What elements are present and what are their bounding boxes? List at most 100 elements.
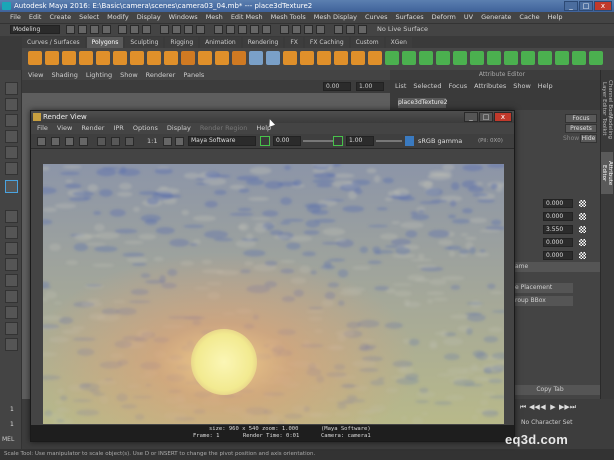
playback-control-icon[interactable]: ▶ [549, 403, 557, 411]
rv-menu-display[interactable]: Display [167, 123, 191, 134]
rv-menu-ipr[interactable]: IPR [113, 123, 123, 134]
menu-item-generate[interactable]: Generate [481, 12, 511, 23]
ae-menu-attributes[interactable]: Attributes [474, 82, 506, 91]
status-tool-icon[interactable] [118, 25, 127, 34]
toolbox-tool-icon[interactable] [5, 242, 18, 255]
minimize-button[interactable]: _ [564, 1, 578, 11]
rv-menu-options[interactable]: Options [133, 123, 158, 134]
status-tool-icon[interactable] [130, 25, 139, 34]
panel-menu-renderer[interactable]: Renderer [146, 70, 176, 80]
status-tool-icon[interactable] [142, 25, 151, 34]
copy-tab-button[interactable]: Copy Tab [500, 385, 600, 395]
ae-menu-show[interactable]: Show [513, 82, 531, 91]
status-tool-icon[interactable] [184, 25, 193, 34]
menu-item-cache[interactable]: Cache [519, 12, 539, 23]
color-space-label[interactable]: sRGB gamma [418, 136, 462, 146]
shelf-tool-icon[interactable] [249, 51, 263, 65]
menu-item-display[interactable]: Display [137, 12, 161, 23]
shelf-tool-icon[interactable] [317, 51, 331, 65]
ae-menu-help[interactable]: Help [538, 82, 553, 91]
panel-menu-panels[interactable]: Panels [183, 70, 204, 80]
attribute-row-name[interactable]: ame [513, 262, 600, 272]
status-tool-icon[interactable] [334, 25, 343, 34]
shelf-tool-icon[interactable] [453, 51, 467, 65]
shelf-tool-icon[interactable] [198, 51, 212, 65]
rgb-channel-icon[interactable] [97, 137, 106, 146]
status-tool-icon[interactable] [90, 25, 99, 34]
panel-menu-shading[interactable]: Shading [51, 70, 77, 80]
close-button[interactable]: x [594, 1, 612, 11]
shelf-tool-icon[interactable] [589, 51, 603, 65]
ipr-render-icon[interactable] [51, 137, 60, 146]
panel-gamma-field[interactable]: 1.00 [356, 82, 384, 91]
tab-modeling-toolkit[interactable]: Modeling Toolkit [601, 108, 613, 146]
rv-menu-file[interactable]: File [37, 123, 48, 134]
gamma-toggle-icon[interactable] [333, 136, 343, 146]
shelf-tab-curves-surfaces[interactable]: Curves / Surfaces [22, 37, 85, 48]
presets-button[interactable]: Presets [565, 124, 597, 133]
transform-value-field[interactable]: 0.000 [543, 199, 573, 208]
shelf-tool-icon[interactable] [113, 51, 127, 65]
shelf-tool-icon[interactable] [96, 51, 110, 65]
shelf-tab-custom[interactable]: Custom [350, 37, 384, 48]
menu-item-edit[interactable]: Edit [29, 12, 42, 23]
playback-control-icon[interactable]: ▶▶ [559, 403, 570, 411]
ae-menu-selected[interactable]: Selected [413, 82, 441, 91]
shelf-tool-icon[interactable] [215, 51, 229, 65]
toolbox-tool-icon[interactable] [5, 290, 18, 303]
menu-item-surfaces[interactable]: Surfaces [396, 12, 424, 23]
shelf-tool-icon[interactable] [436, 51, 450, 65]
shelf-tool-icon[interactable] [351, 51, 365, 65]
zoom-icon[interactable] [125, 137, 134, 146]
menu-item-select[interactable]: Select [79, 12, 99, 23]
menu-item-deform[interactable]: Deform [432, 12, 456, 23]
maximize-button[interactable]: □ [579, 1, 593, 11]
status-tool-icon[interactable] [346, 25, 355, 34]
shelf-tool-icon[interactable] [572, 51, 586, 65]
status-tool-icon[interactable] [250, 25, 259, 34]
shelf-tab-sculpting[interactable]: Sculpting [125, 37, 164, 48]
shelf-tool-icon[interactable] [368, 51, 382, 65]
snapshot-icon[interactable] [65, 137, 74, 146]
panel-menu-view[interactable]: View [28, 70, 43, 80]
status-tool-icon[interactable] [292, 25, 301, 34]
status-tool-icon[interactable] [262, 25, 271, 34]
toolbox-tool-icon[interactable] [5, 226, 18, 239]
menu-item-edit-mesh[interactable]: Edit Mesh [231, 12, 263, 23]
command-language-label[interactable]: MEL [2, 436, 14, 443]
fit-group-bbox-button[interactable]: roup BBox [513, 296, 573, 306]
toolbox-tool-icon[interactable] [5, 130, 18, 143]
shelf-tab-xgen[interactable]: XGen [385, 37, 412, 48]
menu-item-create[interactable]: Create [49, 12, 71, 23]
status-tool-icon[interactable] [238, 25, 247, 34]
rendered-image[interactable] [43, 164, 504, 424]
start-frame[interactable]: 1 [10, 421, 14, 428]
shelf-tool-icon[interactable] [334, 51, 348, 65]
status-tool-icon[interactable] [280, 25, 289, 34]
color-management-icon[interactable] [405, 136, 414, 146]
keep-image-icon[interactable] [163, 137, 172, 146]
menu-item-curves[interactable]: Curves [365, 12, 388, 23]
rv-maximize-button[interactable]: □ [479, 112, 493, 122]
menu-item-file[interactable]: File [10, 12, 21, 23]
shelf-tool-icon[interactable] [555, 51, 569, 65]
status-tool-icon[interactable] [214, 25, 223, 34]
menu-item-uv[interactable]: UV [464, 12, 473, 23]
toolbox-tool-icon[interactable] [5, 82, 18, 95]
shelf-tab-polygons[interactable]: Polygons [86, 37, 124, 48]
current-frame[interactable]: 1 [10, 406, 14, 413]
shelf-tool-icon[interactable] [45, 51, 59, 65]
playback-control-icon[interactable]: ◀ [539, 403, 547, 411]
live-surface-label[interactable]: No Live Surface [377, 25, 428, 34]
focus-button[interactable]: Focus [565, 114, 597, 123]
shelf-tool-icon[interactable] [538, 51, 552, 65]
toolbox-tool-icon[interactable] [5, 210, 18, 223]
tab-attribute-editor[interactable]: Attribute Editor [601, 152, 613, 194]
shelf-tool-icon[interactable] [402, 51, 416, 65]
panel-menu-show[interactable]: Show [120, 70, 138, 80]
remove-image-icon[interactable] [175, 137, 184, 146]
ae-menu-list[interactable]: List [395, 82, 406, 91]
shelf-tool-icon[interactable] [232, 51, 246, 65]
gamma-field[interactable]: 1.00 [346, 136, 374, 146]
shelf-tool-icon[interactable] [283, 51, 297, 65]
